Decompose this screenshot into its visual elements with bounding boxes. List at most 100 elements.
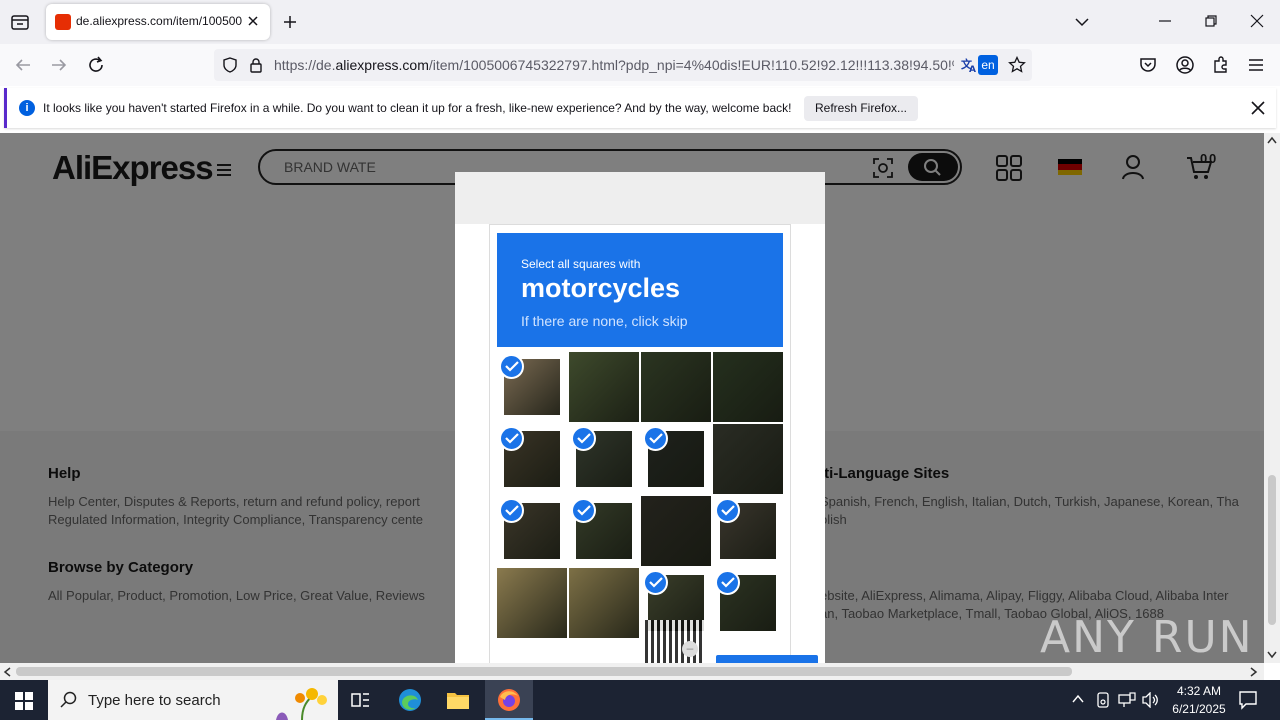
network-icon[interactable] [1118, 692, 1136, 708]
active-tab[interactable]: de.aliexpress.com/item/100500 [46, 4, 270, 40]
address-bar[interactable]: https://de.aliexpress.com/item/100500674… [214, 49, 1032, 81]
translate-language-badge[interactable]: en [978, 55, 998, 75]
web-page: AliExpress BRAND WATE 0 0 Help Help Cent… [0, 133, 1264, 663]
captcha-tile[interactable] [569, 568, 639, 638]
edge-browser-icon[interactable] [386, 680, 434, 720]
taskbar-search-placeholder[interactable]: Type here to search [88, 692, 221, 709]
selected-check-icon [715, 570, 740, 595]
captcha-tile[interactable] [641, 352, 711, 422]
captcha-tile[interactable] [641, 496, 711, 566]
collapse-icon[interactable]: – [682, 641, 698, 657]
captcha-tile[interactable] [569, 496, 639, 566]
refresh-firefox-button[interactable]: Refresh Firefox... [804, 96, 918, 121]
captcha-tile[interactable] [569, 424, 639, 494]
firefox-taskbar-icon[interactable] [485, 680, 533, 720]
captcha-tile-image [569, 568, 639, 638]
recaptcha-frame: Select all squares with motorcycles If t… [489, 224, 818, 663]
captcha-tile[interactable] [641, 424, 711, 494]
qr-code-image [645, 620, 705, 663]
aliexpress-favicon-icon [55, 14, 71, 30]
pocket-icon[interactable] [1139, 56, 1157, 74]
url-text[interactable]: https://de.aliexpress.com/item/100500674… [274, 57, 954, 73]
taskbar-clock-time[interactable]: 4:32 AM [1168, 684, 1230, 698]
extensions-icon[interactable] [1211, 55, 1231, 75]
captcha-tile[interactable] [569, 352, 639, 422]
scroll-left-icon [3, 667, 11, 677]
menu-hamburger-icon[interactable] [1247, 56, 1265, 74]
captcha-instruction-text: Select all squares with [521, 257, 641, 271]
back-icon[interactable] [14, 56, 32, 74]
close-window-icon[interactable] [1250, 14, 1264, 28]
captcha-modal: Select all squares with motorcycles If t… [455, 224, 825, 663]
show-hidden-icons-chevron-icon[interactable] [1072, 693, 1084, 705]
captcha-tile[interactable] [497, 352, 567, 422]
selected-check-icon [499, 498, 524, 523]
captcha-tile-image [713, 352, 783, 422]
bookmark-star-icon[interactable] [1008, 56, 1026, 74]
selected-check-icon [499, 354, 524, 379]
anyrun-watermark: ANY RUN [1040, 612, 1254, 663]
search-highlight-flowers-icon [262, 684, 332, 720]
tab-strip: de.aliexpress.com/item/100500 [0, 0, 1280, 44]
forward-icon[interactable] [50, 56, 68, 74]
new-tab-icon[interactable] [282, 14, 298, 30]
taskbar-search-box[interactable]: Type here to search [48, 680, 338, 720]
horizontal-scroll-thumb[interactable] [16, 667, 1072, 676]
captcha-tile-image [641, 352, 711, 422]
close-tab-icon[interactable] [246, 14, 260, 28]
scroll-down-icon [1267, 651, 1277, 659]
windows-taskbar: Type here to search [0, 680, 1280, 720]
captcha-skip-hint: If there are none, click skip [521, 313, 688, 329]
info-icon: i [19, 100, 35, 116]
captcha-tile-image [497, 568, 567, 638]
windows-start-icon[interactable] [0, 680, 48, 720]
task-view-icon[interactable] [338, 680, 386, 720]
selected-check-icon [643, 570, 668, 595]
lock-icon[interactable] [249, 57, 263, 73]
translate-icon[interactable]: 文A [960, 56, 978, 74]
restore-icon[interactable] [1204, 14, 1218, 28]
captcha-tile[interactable] [713, 352, 783, 422]
captcha-tile[interactable] [497, 568, 567, 638]
verify-button[interactable] [716, 655, 818, 663]
selected-check-icon [499, 426, 524, 451]
captcha-instructions: Select all squares with motorcycles If t… [497, 233, 783, 347]
selected-check-icon [643, 426, 668, 451]
captcha-tile[interactable] [713, 568, 783, 638]
notification-message: It looks like you haven't started Firefo… [43, 101, 792, 115]
list-all-tabs-icon[interactable] [1074, 14, 1090, 30]
file-explorer-icon[interactable] [434, 680, 482, 720]
scroll-up-icon [1267, 136, 1277, 144]
scroll-right-icon [1250, 667, 1258, 677]
vertical-scroll-thumb[interactable] [1268, 475, 1276, 625]
device-icon[interactable] [1096, 692, 1110, 708]
minimize-icon[interactable] [1158, 14, 1172, 28]
selected-check-icon [715, 498, 740, 523]
tracking-protection-shield-icon[interactable] [222, 57, 238, 73]
captcha-tile-image [569, 352, 639, 422]
captcha-tile[interactable] [497, 496, 567, 566]
volume-icon[interactable] [1142, 692, 1160, 708]
refresh-firefox-notification: i It looks like you haven't started Fire… [4, 88, 1276, 128]
selected-check-icon [571, 426, 596, 451]
vertical-scrollbar[interactable] [1264, 133, 1280, 663]
notification-center-icon[interactable] [1238, 690, 1258, 710]
captcha-tile[interactable] [497, 424, 567, 494]
captcha-target-word: motorcycles [521, 273, 681, 303]
captcha-tile-image [713, 424, 783, 494]
tab-title: de.aliexpress.com/item/100500 [76, 14, 243, 28]
horizontal-scrollbar[interactable] [0, 663, 1264, 680]
captcha-modal-header [455, 172, 825, 224]
close-notification-icon[interactable] [1250, 100, 1266, 116]
account-icon[interactable] [1175, 55, 1195, 75]
svg-text:A: A [969, 65, 976, 74]
captcha-tile-image [641, 496, 711, 566]
reload-icon[interactable] [86, 55, 106, 75]
taskbar-clock-date[interactable]: 6/21/2025 [1164, 702, 1234, 716]
captcha-tile[interactable] [713, 496, 783, 566]
taskbar-search-icon [60, 691, 77, 708]
navigation-toolbar: https://de.aliexpress.com/item/100500674… [0, 44, 1280, 86]
tab-list-icon[interactable] [10, 12, 30, 32]
selected-check-icon [571, 498, 596, 523]
captcha-tile[interactable] [713, 424, 783, 494]
